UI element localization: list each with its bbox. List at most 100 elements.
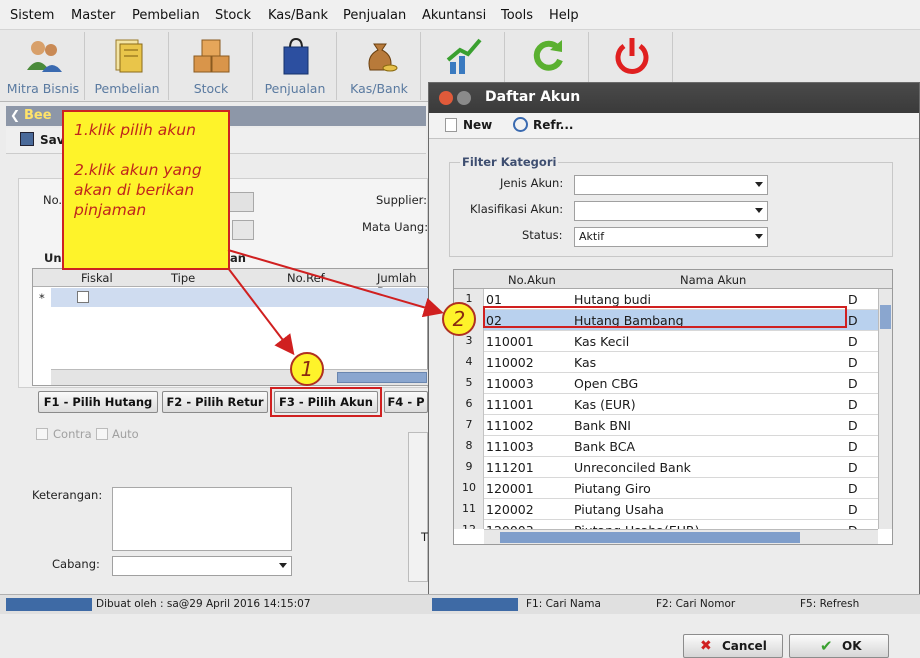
fiskal-checkbox[interactable] bbox=[77, 291, 89, 303]
refresh-arrow-icon bbox=[533, 40, 563, 71]
annotation-text: 1.klik pilih akun 2.klik akun yang akan … bbox=[74, 121, 202, 219]
akun-row[interactable]: 11 120002 Piutang Usaha D bbox=[454, 499, 878, 520]
marker-2: 2 bbox=[442, 302, 476, 336]
date-picker-button[interactable] bbox=[232, 220, 254, 240]
nama-akun-cell: Open CBG bbox=[574, 376, 639, 391]
ok-button[interactable]: ✔ OK bbox=[789, 634, 889, 658]
menu-pembelian[interactable]: Pembelian bbox=[132, 8, 200, 23]
no-akun-cell: 110002 bbox=[486, 355, 534, 370]
x-icon: ✖ bbox=[700, 638, 712, 654]
menu-tools[interactable]: Tools bbox=[501, 8, 533, 23]
akun-row[interactable]: 7 111002 Bank BNI D bbox=[454, 415, 878, 436]
klasifikasi-akun-label: Klasifikasi Akun: bbox=[470, 202, 564, 216]
row-number: 12 bbox=[454, 523, 484, 529]
power-icon bbox=[615, 38, 649, 74]
toolbar-label: Pembelian bbox=[94, 81, 160, 96]
save-button[interactable]: Sav bbox=[40, 133, 65, 147]
akun-row[interactable]: 12120003Piutang Usaha(EUR)D bbox=[454, 520, 878, 529]
akun-row[interactable]: 3 110001 Kas Kecil D bbox=[454, 331, 878, 352]
akun-row[interactable]: 10 120001 Piutang Giro D bbox=[454, 478, 878, 499]
selected-row-highlight bbox=[483, 306, 847, 328]
annotation-note: 1.klik pilih akun 2.klik akun yang akan … bbox=[62, 110, 230, 270]
hint-f5: F5: Refresh bbox=[800, 598, 860, 610]
menu-master[interactable]: Master bbox=[71, 8, 115, 23]
minimize-icon[interactable] bbox=[457, 91, 471, 105]
no-akun-cell: 120001 bbox=[486, 481, 534, 496]
toolbar-kas-bank[interactable]: Kas/Bank bbox=[338, 32, 421, 100]
cancel-label: Cancel bbox=[722, 639, 767, 653]
menu-kas-bank[interactable]: Kas/Bank bbox=[268, 8, 328, 23]
new-doc-icon bbox=[445, 118, 457, 132]
akun-row[interactable]: 6 111001 Kas (EUR) D bbox=[454, 394, 878, 415]
cancel-button[interactable]: ✖ Cancel bbox=[683, 634, 783, 658]
refresh-button[interactable]: Refr... bbox=[533, 118, 573, 132]
horizontal-scrollbar[interactable] bbox=[484, 529, 878, 544]
menu-akuntansi[interactable]: Akuntansi bbox=[422, 8, 486, 23]
type-cell: D bbox=[848, 502, 858, 517]
jenis-akun-select[interactable] bbox=[574, 175, 768, 195]
row-number: 5 bbox=[465, 376, 473, 389]
toolbar-mitra-bisnis[interactable]: Mitra Bisnis bbox=[2, 32, 85, 100]
ok-label: OK bbox=[842, 639, 862, 653]
no-label: No. bbox=[43, 193, 63, 207]
cabang-select[interactable] bbox=[112, 556, 292, 576]
toolbar-label: Mitra Bisnis bbox=[6, 81, 80, 96]
auto-label: Auto bbox=[112, 427, 139, 441]
toolbar-stock[interactable]: Stock bbox=[170, 32, 253, 100]
row-number: 10 bbox=[462, 481, 476, 494]
type-cell: D bbox=[848, 334, 858, 349]
nama-akun-cell: Piutang Giro bbox=[574, 481, 651, 496]
daftar-akun-dialog: Daftar Akun New Refr... Filter Kategori … bbox=[428, 82, 920, 658]
pilih-hutang-button[interactable]: F1 - Pilih Hutang bbox=[38, 391, 158, 413]
contra-checkbox[interactable] bbox=[36, 428, 48, 440]
tab-hutang[interactable]: Un bbox=[44, 251, 62, 265]
new-button[interactable]: New bbox=[463, 118, 492, 132]
contra-label: Contra bbox=[53, 427, 92, 441]
menu-help[interactable]: Help bbox=[549, 8, 579, 23]
form-title: Bee bbox=[24, 108, 52, 123]
menu-bar: Sistem Master Pembelian Stock Kas/Bank P… bbox=[0, 0, 920, 30]
cabang-label: Cabang: bbox=[52, 557, 100, 571]
menu-sistem[interactable]: Sistem bbox=[10, 8, 54, 23]
vertical-scrollbar[interactable] bbox=[878, 289, 892, 529]
akun-row[interactable]: 9 111201 Unreconciled Bank D bbox=[454, 457, 878, 478]
status-bar: Dibuat oleh : sa@29 April 2016 14:15:07 … bbox=[0, 594, 920, 614]
menu-penjualan[interactable]: Penjualan bbox=[343, 8, 406, 23]
tab-lain[interactable]: an bbox=[230, 251, 246, 265]
nama-akun-cell: Kas (EUR) bbox=[574, 397, 636, 412]
akun-row[interactable]: 4 110002 Kas D bbox=[454, 352, 878, 373]
klasifikasi-akun-select[interactable] bbox=[574, 201, 768, 221]
row-number: 4 bbox=[465, 355, 473, 368]
toolbar-pembelian[interactable]: Pembelian bbox=[86, 32, 169, 100]
menu-stock[interactable]: Stock bbox=[215, 8, 251, 23]
nama-akun-cell: Piutang Usaha bbox=[574, 502, 664, 517]
nama-akun-cell: Unreconciled Bank bbox=[574, 460, 691, 475]
back-icon[interactable]: ❮ bbox=[10, 108, 20, 122]
col-nama-akun: Nama Akun bbox=[680, 273, 747, 287]
shopping-bag-icon bbox=[283, 37, 309, 75]
row-number: 6 bbox=[465, 397, 473, 410]
grid-scrollbar[interactable] bbox=[51, 369, 429, 385]
detail-grid: Fiskal Tipe No.Ref Jumlah B * bbox=[32, 268, 429, 386]
hint-f1: F1: Cari Nama bbox=[526, 598, 601, 610]
akun-row[interactable]: 5 110003 Open CBG D bbox=[454, 373, 878, 394]
toolbar-penjualan[interactable]: Penjualan bbox=[254, 32, 337, 100]
col-no-ref: No.Ref bbox=[287, 271, 325, 285]
auto-checkbox[interactable] bbox=[96, 428, 108, 440]
close-icon[interactable] bbox=[439, 91, 453, 105]
keterangan-textarea[interactable] bbox=[112, 487, 292, 551]
filter-title: Filter Kategori bbox=[462, 155, 557, 169]
no-akun-cell: 110003 bbox=[486, 376, 534, 391]
no-akun-cell: 111003 bbox=[486, 439, 534, 454]
no-akun-cell: 01 bbox=[486, 292, 502, 307]
status-select[interactable]: Aktif bbox=[574, 227, 768, 247]
money-bag-icon bbox=[368, 43, 398, 72]
akun-row[interactable]: 8 111003 Bank BCA D bbox=[454, 436, 878, 457]
col-fiskal: Fiskal bbox=[81, 271, 113, 285]
no-field[interactable] bbox=[228, 192, 254, 212]
new-row-marker: * bbox=[39, 291, 45, 305]
type-cell: D bbox=[848, 397, 858, 412]
created-info: Dibuat oleh : sa@29 April 2016 14:15:07 bbox=[96, 598, 311, 610]
f4-button[interactable]: F4 - P bbox=[384, 391, 428, 413]
pilih-retur-button[interactable]: F2 - Pilih Retur bbox=[162, 391, 268, 413]
